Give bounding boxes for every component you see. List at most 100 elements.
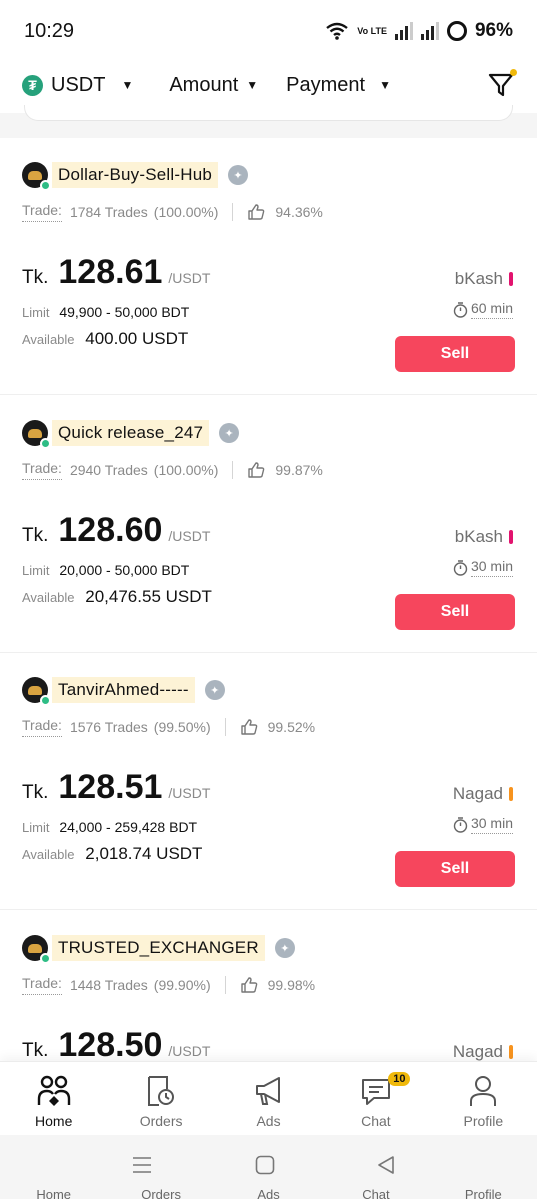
ad-card[interactable]: Quick release_247 ✦ Trade: 2940 Trades (… [0, 396, 537, 653]
nav-home[interactable]: Home [0, 1062, 107, 1135]
verified-badge-icon: ✦ [219, 423, 240, 443]
advertiser-header[interactable]: Dollar-Buy-Sell-Hub ✦ [22, 162, 249, 191]
ghost-label: Ads [257, 1187, 280, 1199]
amount-filter[interactable]: Amount ▼ [169, 74, 258, 97]
time-limit-value[interactable]: 60 min [470, 300, 513, 319]
ghost-label: Profile [464, 1187, 502, 1199]
advertiser-name[interactable]: Dollar-Buy-Sell-Hub [52, 162, 219, 188]
time-limit-value[interactable]: 30 min [470, 558, 513, 577]
available-label: Available [22, 332, 75, 347]
online-indicator [40, 695, 51, 706]
recents-icon[interactable] [132, 1155, 152, 1175]
price-value: 128.51 [58, 768, 163, 806]
price: Tk. 128.50 /USDT [22, 1026, 210, 1065]
nav-profile[interactable]: Profile [430, 1062, 537, 1135]
advertiser-header[interactable]: TanvirAhmed----- ✦ [22, 677, 225, 706]
ad-card[interactable]: Dollar-Buy-Sell-Hub ✦ Trade: 1784 Trades… [0, 138, 537, 395]
nav-orders[interactable]: Orders [107, 1062, 214, 1135]
payment-filter[interactable]: Payment ▼ [286, 74, 391, 97]
sell-button[interactable]: Sell [395, 594, 515, 630]
advertiser-header[interactable]: TRUSTED_EXCHANGER ✦ [22, 935, 295, 964]
advertiser-header[interactable]: Quick release_247 ✦ [22, 420, 240, 449]
payment-label: Payment [286, 73, 366, 96]
advertiser-name[interactable]: TRUSTED_EXCHANGER [52, 935, 265, 961]
caret-down-icon: ▼ [246, 78, 259, 92]
trade-count: 2940 Trades [69, 462, 148, 478]
status-bar: 10:29 Vo LTE 96% [0, 0, 537, 62]
status-icons: Vo LTE 96% [325, 20, 513, 42]
completion-rate: (100.00%) [153, 462, 219, 478]
limit-label: Limit [22, 820, 50, 835]
price-unit: /USDT [168, 528, 211, 544]
nav-label: Ads [256, 1113, 281, 1129]
verified-badge-icon: ✦ [204, 680, 225, 700]
nav-label: Chat [361, 1113, 391, 1129]
coin-selector[interactable]: ₮ USDT ▼ [22, 74, 133, 97]
limit-value: 20,000 - 50,000 BDT [59, 562, 190, 578]
chat-unread-badge: 10 [388, 1072, 411, 1086]
timer-icon [453, 559, 468, 576]
currency-label: Tk. [22, 525, 49, 546]
ghost-label: Home [36, 1187, 72, 1199]
price-unit: /USDT [168, 270, 211, 286]
trade-label[interactable]: Trade: [22, 975, 62, 995]
trade-stats: Trade: 1576 Trades (99.50%) 99.52% [22, 717, 315, 737]
available-amount: Available 20,476.55 USDT [22, 587, 212, 607]
trade-count: 1448 Trades [69, 977, 148, 993]
verified-badge-icon: ✦ [228, 165, 249, 185]
payment-method-label: Nagad [452, 784, 503, 803]
sell-button[interactable]: Sell [395, 336, 515, 372]
payment-color-tag [509, 272, 513, 286]
currency-label: Tk. [22, 782, 49, 803]
available-value: 20,476.55 USDT [85, 587, 212, 606]
nav-ads[interactable]: Ads [215, 1062, 322, 1135]
time-limit-value[interactable]: 30 min [470, 815, 513, 834]
available-amount: Available 2,018.74 USDT [22, 844, 202, 864]
price-value: 128.60 [58, 511, 163, 549]
ad-card[interactable]: TanvirAhmed----- ✦ Trade: 1576 Trades (9… [0, 653, 537, 910]
home-system-icon[interactable] [255, 1155, 275, 1175]
limit-label: Limit [22, 563, 50, 578]
limit-range: Limit 24,000 - 259,428 BDT [22, 819, 197, 835]
advertiser-avatar [22, 420, 51, 449]
payment-method: Nagad [453, 784, 513, 804]
advertiser-name[interactable]: TanvirAhmed----- [52, 677, 195, 703]
payment-method-label: Nagad [452, 1042, 503, 1061]
positive-rating: 99.98% [267, 977, 316, 993]
trade-label[interactable]: Trade: [22, 202, 62, 222]
available-label: Available [22, 590, 75, 605]
price: Tk. 128.61 /USDT [22, 253, 210, 292]
advertiser-avatar [22, 162, 51, 191]
trade-label[interactable]: Trade: [22, 460, 62, 480]
positive-rating: 99.52% [267, 719, 316, 735]
online-indicator [40, 180, 51, 191]
battery-percent: 96% [474, 20, 513, 41]
thumbs-up-icon [240, 977, 257, 993]
tether-icon: ₮ [22, 74, 43, 96]
filter-funnel-button[interactable] [487, 69, 517, 99]
payment-time-limit: 60 min [453, 300, 513, 319]
trade-label[interactable]: Trade: [22, 717, 62, 737]
advertiser-avatar [22, 677, 51, 706]
currency-label: Tk. [22, 267, 49, 288]
sell-button[interactable]: Sell [395, 851, 515, 887]
battery-icon [446, 21, 467, 41]
price-unit: /USDT [168, 1043, 211, 1059]
nav-label: Profile [463, 1113, 504, 1129]
limit-value: 49,900 - 50,000 BDT [59, 304, 190, 320]
thumbs-up-icon [248, 462, 265, 478]
back-icon[interactable] [376, 1155, 396, 1175]
amount-label: Amount [169, 73, 239, 96]
verified-badge-icon: ✦ [274, 938, 295, 958]
home-people-icon [37, 1075, 70, 1106]
ghost-label: Orders [141, 1187, 181, 1199]
volte-indicator: Vo LTE [357, 25, 387, 36]
positive-rating: 94.36% [275, 204, 323, 220]
payment-method: Nagad [453, 1042, 513, 1062]
orders-icon [148, 1076, 175, 1106]
profile-icon [470, 1076, 497, 1106]
online-indicator [40, 953, 51, 964]
advertiser-name[interactable]: Quick release_247 [52, 420, 210, 446]
nav-chat[interactable]: 10 Chat [322, 1062, 429, 1135]
ghost-label: Chat [362, 1187, 390, 1199]
